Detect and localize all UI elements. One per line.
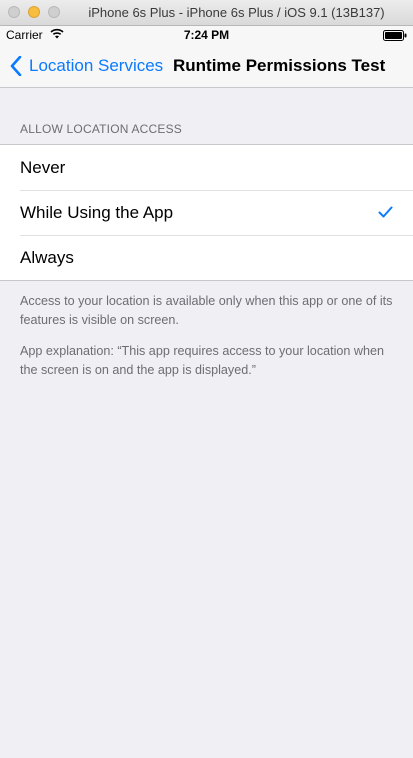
window-minimize-button[interactable] xyxy=(28,6,40,18)
option-label: While Using the App xyxy=(20,202,174,222)
page-title: Runtime Permissions Test xyxy=(173,56,386,75)
status-time: 7:24 PM xyxy=(183,28,230,42)
section-header: ALLOW LOCATION ACCESS xyxy=(20,122,183,136)
location-access-options: Never While Using the App Always xyxy=(0,144,413,281)
back-button[interactable]: Location Services xyxy=(10,54,163,78)
option-label: Never xyxy=(20,157,66,177)
status-bar: Carrier 7:24 PM xyxy=(0,26,413,44)
checkmark-icon xyxy=(378,206,393,218)
window-zoom-button[interactable] xyxy=(48,6,60,18)
app-explanation: App explanation: “This app requires acce… xyxy=(20,344,385,377)
option-always[interactable]: Always xyxy=(0,235,413,280)
option-never[interactable]: Never xyxy=(0,145,413,190)
window-title: iPhone 6s Plus - iPhone 6s Plus / iOS 9.… xyxy=(88,5,385,20)
chevron-left-icon xyxy=(10,56,22,76)
simulator-titlebar: iPhone 6s Plus - iPhone 6s Plus / iOS 9.… xyxy=(0,0,413,26)
option-while-using[interactable]: While Using the App xyxy=(0,190,413,235)
option-label: Always xyxy=(20,247,74,267)
navigation-bar: Location Services Runtime Permissions Te… xyxy=(0,44,413,88)
back-button-label: Location Services xyxy=(29,56,164,75)
footer-text: Access to your location is available onl… xyxy=(20,294,393,327)
battery-icon xyxy=(383,30,407,41)
window-close-button[interactable] xyxy=(8,6,20,18)
section-footer: Access to your location is available onl… xyxy=(20,292,395,392)
